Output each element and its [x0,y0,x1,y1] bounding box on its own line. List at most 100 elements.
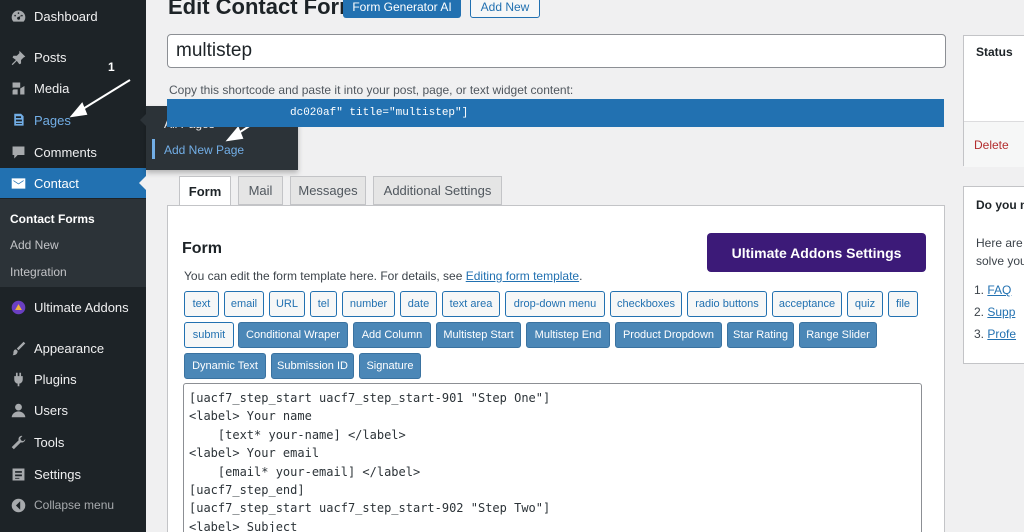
menu-users-label: Users [34,402,68,418]
tag-btn-signature[interactable]: Signature [359,353,421,379]
submenu-integration[interactable]: Integration [10,265,67,279]
annotation-number-1: 1 [108,60,115,74]
menu-pages[interactable]: Pages [0,105,146,135]
menu-plugins-label: Plugins [34,371,77,387]
submenu-add-new[interactable]: Add New [10,238,59,252]
tag-btn-drop-down-menu[interactable]: drop-down menu [505,291,605,317]
tag-btn-text[interactable]: text [184,291,219,317]
add-new-button[interactable]: Add New [470,0,540,18]
menu-posts[interactable]: Posts [0,42,146,72]
tag-btn-acceptance[interactable]: acceptance [772,291,842,317]
menu-appearance-label: Appearance [34,340,105,356]
settings-icon [8,464,28,484]
shortcode-text: dc020af" title="multistep"] [290,107,469,119]
tag-btn-url[interactable]: URL [269,291,305,317]
menu-media-label: Media [34,80,70,96]
faq-link[interactable]: FAQ [987,283,1011,297]
support-link[interactable]: Supp [987,305,1015,319]
editing-form-template-link[interactable]: Editing form template [466,269,579,283]
tag-btn-multistep-end[interactable]: Multistep End [526,322,610,348]
tag-btn-email[interactable]: email [224,291,264,317]
tag-btn-file[interactable]: file [888,291,918,317]
shortcode-field[interactable] [167,99,944,127]
menu-contact[interactable]: Contact [0,168,146,198]
tag-btn-add-column[interactable]: Add Column [353,322,431,348]
menu-settings[interactable]: Settings [0,459,146,489]
user-icon [8,400,28,420]
form-desc-suffix: . [579,269,583,283]
ultimate-addons-settings-button[interactable]: Ultimate Addons Settings [707,233,926,272]
tag-btn-number[interactable]: number [342,291,395,317]
help-text-line-1: Here are [976,236,1023,250]
tag-btn-submission-id[interactable]: Submission ID [271,353,354,379]
menu-contact-label: Contact [34,175,79,191]
help-link-professional: 3. Profe [974,327,1017,341]
help-link-support: 2. Supp [974,305,1016,319]
tag-btn-dynamic-text[interactable]: Dynamic Text [184,353,266,379]
delete-link[interactable]: Delete [974,138,1009,152]
contact-submenu: Contact Forms Add New Integration [0,199,146,287]
menu-appearance[interactable]: Appearance [0,333,146,363]
menu-comments-label: Comments [34,144,97,160]
menu-dashboard-label: Dashboard [34,8,98,24]
menu-collapse[interactable]: Collapse menu [0,490,146,520]
flyout-active-indicator [152,139,155,159]
form-desc-prefix: You can edit the form template here. For… [184,269,466,283]
menu-media[interactable]: Media [0,73,146,103]
code-line: [email* your-email] </label> [189,464,421,479]
tab-form[interactable]: Form [179,176,231,206]
pages-icon [8,110,28,130]
code-line: [uacf7_step_end] [189,483,305,498]
tag-btn-conditional-wraper[interactable]: Conditional Wraper [238,322,348,348]
menu-ultimate-addons[interactable]: Ultimate Addons [0,292,146,322]
form-generator-ai-button[interactable]: Form Generator AI [343,0,461,18]
tab-messages[interactable]: Messages [290,176,366,205]
help-title: Do you n [976,198,1024,212]
code-line: [uacf7_step_start uacf7_step_start-901 "… [189,391,551,405]
tag-btn-tel[interactable]: tel [310,291,337,317]
tag-btn-radio-buttons[interactable]: radio buttons [687,291,767,317]
menu-plugins[interactable]: Plugins [0,364,146,394]
menu-dashboard[interactable]: Dashboard [0,1,146,31]
page-title: Edit Contact Form [168,0,359,19]
tag-btn-quiz[interactable]: quiz [847,291,883,317]
tag-btn-submit[interactable]: submit [184,322,234,348]
shortcode-hint: Copy this shortcode and paste it into yo… [169,83,574,97]
tag-btn-multistep-start[interactable]: Multistep Start [436,322,521,348]
tab-additional-settings[interactable]: Additional Settings [373,176,502,205]
tab-mail[interactable]: Mail [238,176,283,205]
tag-btn-text-area[interactable]: text area [442,291,500,317]
pin-icon [8,47,28,67]
menu-ultimate-addons-label: Ultimate Addons [34,299,129,315]
code-line: [uacf7_step_start uacf7_step_start-902 "… [189,501,551,516]
flyout-add-new-page[interactable]: Add New Page [164,143,244,157]
menu-users[interactable]: Users [0,395,146,425]
code-line: <label> Your email [189,446,320,461]
menu-collapse-label: Collapse menu [34,498,115,512]
brush-icon [8,338,28,358]
plug-icon [8,369,28,389]
form-description: You can edit the form template here. For… [184,269,582,283]
professional-link[interactable]: Profe [987,327,1016,341]
menu-pages-label: Pages [34,112,71,128]
menu-settings-label: Settings [34,466,81,482]
form-template-editor[interactable]: [uacf7_step_start uacf7_step_start-901 "… [183,383,922,532]
media-icon [8,78,28,98]
tag-btn-star-rating[interactable]: Star Rating [727,322,794,348]
collapse-icon [8,495,28,515]
form-title-input[interactable] [167,34,946,68]
menu-tools-label: Tools [34,434,65,450]
tag-btn-date[interactable]: date [400,291,437,317]
tag-btn-checkboxes[interactable]: checkboxes [610,291,682,317]
menu-posts-label: Posts [34,49,67,65]
help-link-faq: 1. FAQ [974,283,1012,297]
status-metabox: Status Delete [963,35,1024,167]
tag-btn-product-dropdown[interactable]: Product Dropdown [615,322,722,348]
wrench-icon [8,432,28,452]
menu-tools[interactable]: Tools [0,427,146,457]
tag-btn-range-slider[interactable]: Range Slider [799,322,877,348]
status-title: Status [976,45,1013,59]
ultimate-addons-icon [8,297,28,317]
menu-comments[interactable]: Comments [0,137,146,167]
submenu-contact-forms[interactable]: Contact Forms [10,212,95,226]
